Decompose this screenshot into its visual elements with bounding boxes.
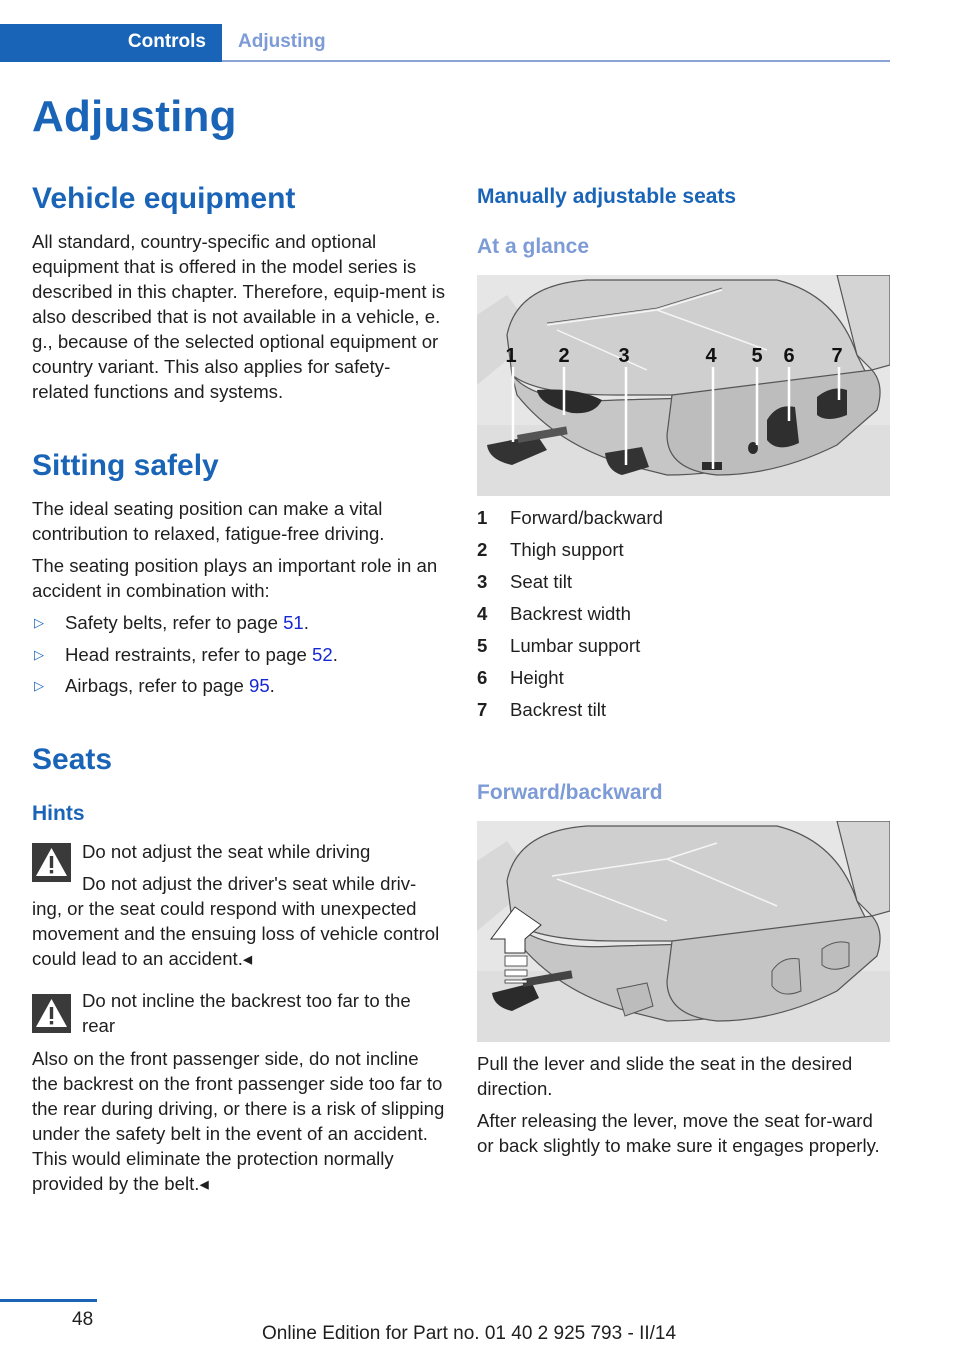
page-title: Adjusting — [32, 92, 237, 141]
legend-number: 6 — [477, 667, 488, 688]
bullet-airbags: ▷ Airbags, refer to page 95. — [32, 673, 446, 698]
page-link-51[interactable]: 51 — [283, 612, 304, 633]
footer-divider — [0, 1299, 97, 1302]
legend-label: Forward/backward — [510, 507, 663, 528]
callout-3: 3 — [618, 345, 629, 367]
heading-manually-adjustable-seats: Manually adjustable seats — [477, 185, 737, 208]
legend-label: Seat tilt — [510, 571, 573, 592]
sitting-safely-para1: The ideal seating position can make a vi… — [32, 498, 385, 544]
bullet-text: Safety belts, refer to page — [65, 612, 284, 633]
legend-number: 3 — [477, 571, 488, 592]
bullet-head-restraints: ▷ Head restraints, refer to page 52. — [32, 642, 446, 667]
bullet-text: Head restraints, refer to page — [65, 643, 313, 665]
breadcrumb-chapter[interactable]: Controls — [0, 24, 222, 62]
sitting-safely-para2: The seating position plays an important … — [32, 555, 438, 601]
legend-number: 7 — [477, 699, 488, 720]
header-nav: Controls Adjusting — [0, 24, 890, 62]
callout-7: 7 — [831, 345, 842, 367]
bullet-end: . — [269, 675, 275, 696]
page-number: 48 — [72, 1309, 94, 1330]
legend-item: 6 Height — [477, 665, 663, 697]
breadcrumb-section[interactable]: Adjusting — [238, 24, 326, 60]
callout-2: 2 — [558, 345, 569, 367]
bullet-end: . — [303, 612, 309, 633]
callout-6: 6 — [783, 345, 794, 367]
bullet-end: . — [332, 643, 338, 665]
forward-backward-para1: Pull the lever and slide the seat in the… — [477, 1053, 853, 1099]
vehicle-equipment-text: All standard, country-specific and optio… — [32, 231, 446, 402]
legend-label: Backrest tilt — [510, 699, 607, 720]
seat-controls-legend: 1 Forward/backward 2 Thigh support 3 Seat t… — [477, 505, 663, 729]
callout-4: 4 — [705, 345, 717, 367]
edition-text: Online Edition for Part no. 01 40 2 925 … — [262, 1323, 677, 1344]
legend-number: 1 — [477, 507, 488, 528]
triangle-bullet-icon: ▷ — [34, 615, 44, 630]
warning-body-first-line: Do not adjust the driver's seat while dr… — [82, 873, 417, 894]
legend-item: 7 Backrest tilt — [477, 697, 663, 729]
legend-number: 2 — [477, 539, 488, 560]
heading-forward-backward: Forward/backward — [477, 781, 663, 804]
heading-vehicle-equipment: Vehicle equipment — [32, 182, 296, 215]
triangle-bullet-icon: ▷ — [34, 646, 44, 662]
bullet-safety-belts: ▷ Safety belts, refer to page 51. — [32, 610, 446, 635]
legend-item: 1 Forward/backward — [477, 505, 663, 537]
page-link-95[interactable]: 95 — [249, 675, 270, 696]
safety-bullet-list: ▷ Safety belts, refer to page 51. ▷ Head… — [32, 610, 446, 705]
warning-body: ing, or the seat could respond with unex… — [32, 898, 440, 969]
legend-item: 4 Backrest width — [477, 601, 663, 633]
forward-backward-figure — [477, 821, 890, 1042]
warning-triangle-icon — [32, 843, 71, 882]
header-divider — [222, 60, 890, 62]
warning-title: Do not incline the backrest too far to t… — [82, 990, 411, 1036]
triangle-bullet-icon: ▷ — [34, 678, 44, 693]
warning-body: Also on the front passenger side, do not… — [32, 1048, 445, 1194]
legend-item: 5 Lumbar support — [477, 633, 663, 665]
legend-number: 4 — [477, 603, 488, 624]
legend-number: 5 — [477, 635, 488, 656]
legend-label: Backrest width — [510, 603, 631, 624]
warning-title: Do not adjust the seat while driving — [82, 841, 371, 862]
heading-sitting-safely: Sitting safely — [32, 449, 219, 482]
bullet-text: Airbags, refer to page — [65, 675, 249, 696]
warning-seat-while-driving: Do not adjust the seat while driving Do … — [32, 841, 446, 973]
warning-backrest-incline: Do not incline the backrest too far to t… — [32, 990, 446, 1194]
heading-hints: Hints — [32, 802, 85, 825]
heading-seats: Seats — [32, 743, 113, 776]
page-link-52[interactable]: 52 — [312, 644, 333, 665]
callout-1: 1 — [505, 345, 516, 367]
callout-5: 5 — [751, 345, 762, 367]
seat-controls-figure: 1 2 3 4 5 6 7 — [477, 275, 890, 496]
forward-backward-para2: After releasing the lever, move the seat… — [477, 1110, 880, 1156]
heading-at-a-glance: At a glance — [477, 235, 590, 258]
legend-item: 3 Seat tilt — [477, 569, 663, 601]
legend-label: Thigh support — [510, 539, 624, 560]
legend-item: 2 Thigh support — [477, 537, 663, 569]
warning-triangle-icon — [32, 994, 71, 1033]
legend-label: Lumbar support — [510, 635, 641, 656]
legend-label: Height — [510, 667, 564, 688]
